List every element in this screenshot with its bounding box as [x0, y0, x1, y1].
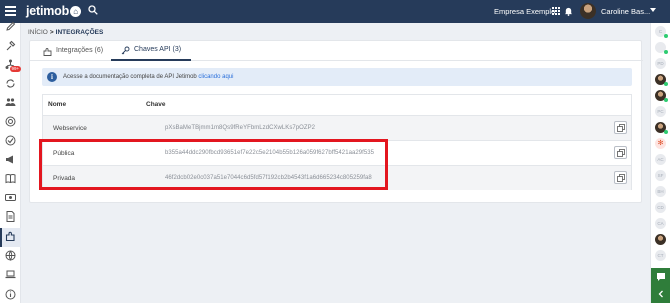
left-sidebar: 99+	[0, 21, 21, 303]
check-circle-icon[interactable]	[5, 135, 16, 146]
plug-icon	[43, 47, 52, 56]
online-status-dot	[664, 98, 668, 102]
pencil-icon[interactable]	[5, 21, 16, 32]
user-avatar[interactable]	[580, 3, 596, 19]
copy-icon	[617, 149, 625, 157]
apps-grid-icon[interactable]	[552, 7, 560, 15]
money-icon[interactable]	[5, 192, 16, 203]
table-header: Nome Chave	[43, 95, 631, 115]
online-status-dot	[664, 50, 668, 54]
contact-avatar[interactable]: CD	[655, 202, 666, 213]
copy-button[interactable]	[614, 171, 627, 184]
menu-icon[interactable]	[5, 6, 16, 17]
breadcrumb-current: INTEGRAÇÕES	[55, 29, 104, 36]
logo-mark-icon: ⌂	[70, 6, 82, 17]
megaphone-icon[interactable]	[5, 154, 16, 165]
chevron-left-icon[interactable]	[657, 290, 665, 298]
target-icon[interactable]	[5, 116, 16, 127]
search-icon[interactable]	[88, 5, 98, 15]
tab-api-keys[interactable]: Chaves API (3)	[111, 41, 192, 61]
copy-icon	[617, 174, 625, 182]
company-name[interactable]: Empresa Exemplo	[494, 7, 555, 16]
breadcrumb: INÍCIO > INTEGRAÇÕES	[28, 29, 103, 36]
info-circle-icon[interactable]	[5, 289, 16, 300]
online-status-dot	[664, 130, 668, 134]
key-value: pXsBaMeTBjmm1m8Qs9fReYFbmLzdCXwLKs7pOZP2	[165, 125, 316, 131]
contact-avatar[interactable]: AC	[655, 154, 666, 165]
column-header-key: Chave	[146, 101, 166, 108]
info-icon: i	[47, 72, 57, 82]
key-icon	[121, 46, 130, 54]
contact-avatar[interactable]: CA	[655, 218, 666, 229]
book-icon[interactable]	[5, 173, 16, 184]
copy-button[interactable]	[614, 121, 627, 134]
info-message: Acesse a documentação completa de API Je…	[63, 73, 199, 80]
info-text: Acesse a documentação completa de API Je…	[63, 74, 233, 80]
contact-avatar[interactable]: BH	[655, 186, 666, 197]
puzzle-icon[interactable]	[5, 231, 16, 242]
highlight-annotation	[39, 139, 388, 190]
copy-icon	[617, 124, 625, 132]
bell-icon[interactable]	[564, 6, 573, 16]
breadcrumb-home[interactable]: INÍCIO	[28, 29, 48, 36]
laptop-icon[interactable]	[5, 269, 16, 280]
table-row: Webservice pXsBaMeTBjmm1m8Qs9fReYFbmLzdC…	[43, 115, 631, 140]
logo[interactable]: jetimob ⌂	[26, 4, 82, 18]
hammer-icon[interactable]	[5, 40, 16, 51]
globe-icon[interactable]	[5, 250, 16, 261]
tab-bar: Integrações (6) Chaves API (3)	[30, 41, 643, 61]
online-status-dot	[664, 82, 668, 86]
online-status-dot	[664, 34, 668, 38]
chat-icon[interactable]	[656, 272, 666, 282]
contact-avatar[interactable]: PD	[655, 58, 666, 69]
right-sidebar: C PD PC ✻ AC SF BH CD CA CT	[650, 23, 670, 303]
hubspot-icon[interactable]: ✻	[655, 138, 666, 149]
chevron-down-icon[interactable]	[650, 8, 656, 12]
breadcrumb-separator: >	[49, 29, 54, 36]
tab-integrations[interactable]: Integrações (6)	[33, 41, 113, 61]
contact-avatar[interactable]: SF	[655, 170, 666, 181]
column-header-name: Nome	[48, 101, 67, 108]
users-icon[interactable]	[5, 97, 16, 108]
copy-button[interactable]	[614, 146, 627, 159]
contact-avatar[interactable]: CT	[655, 250, 666, 261]
logo-text: jetimob	[26, 4, 70, 18]
key-name: Webservice	[53, 125, 87, 132]
document-icon[interactable]	[5, 211, 16, 222]
tab-api-keys-label: Chaves API (3)	[134, 46, 182, 53]
chat-panel-toggle[interactable]	[651, 268, 670, 303]
contact-avatar[interactable]: PC	[655, 106, 666, 117]
notification-badge: 99+	[10, 66, 21, 72]
info-banner: i Acesse a documentação completa de API …	[42, 68, 632, 86]
user-name[interactable]: Caroline Bas...	[601, 7, 650, 16]
top-bar: jetimob ⌂ Empresa Exemplo Caroline Bas...	[0, 0, 670, 23]
contact-avatar[interactable]	[655, 234, 666, 245]
documentation-link[interactable]: clicando aqui	[198, 74, 233, 80]
tab-integrations-label: Integrações (6)	[56, 47, 104, 54]
sync-icon[interactable]	[5, 78, 16, 89]
